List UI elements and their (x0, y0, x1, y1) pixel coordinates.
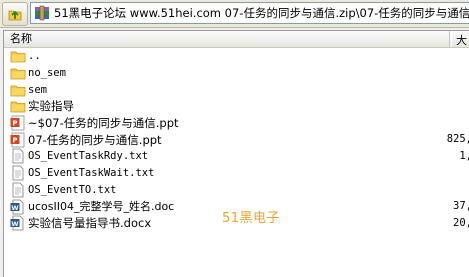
file-row-parent[interactable]: .. (4, 48, 469, 65)
file-name: OS_EventTO.txt (28, 183, 117, 196)
text-file-icon (12, 182, 24, 198)
file-row-txt-rdy[interactable]: OS_EventTaskRdy.txt 1, (4, 148, 469, 165)
file-size: 825, (446, 133, 469, 146)
file-row-ppt[interactable]: P 07-任务的同步与通信.ppt 825, (4, 131, 469, 148)
word-document-icon: W (10, 215, 24, 231)
file-row-txt-wait[interactable]: OS_EventTaskWait.txt (4, 165, 469, 182)
folder-icon (10, 68, 26, 80)
file-row-sem[interactable]: sem (4, 81, 469, 98)
folder-icon (10, 51, 26, 63)
text-file-icon (12, 149, 24, 164)
file-name: OS_EventTaskRdy.txt (28, 150, 149, 163)
file-row-temp-ppt[interactable]: P ~$07-任务的同步与通信.ppt (4, 115, 469, 132)
file-name: no_sem (28, 67, 66, 80)
file-size: 1, (459, 150, 469, 163)
text-file-icon (12, 165, 24, 181)
file-name: ucosII04_完整学号_姓名.doc (28, 199, 175, 213)
file-name: ~$07-任务的同步与通信.ppt (28, 116, 179, 131)
file-row-lab-guide[interactable]: 实验指导 (4, 98, 469, 115)
column-name-header[interactable]: 名称 (4, 31, 450, 47)
powerpoint-icon: P (10, 115, 25, 131)
address-toolbar: 51黑电子论坛 www.51hei.com 07-任务的同步与通信.zip\07… (0, 0, 469, 28)
svg-text:P: P (12, 120, 17, 128)
watermark-text: 51黑电子 (222, 211, 281, 226)
archive-icon (35, 5, 49, 21)
file-name: sem (28, 83, 47, 96)
file-size: 20, (453, 216, 469, 229)
column-size-label: 大 (456, 34, 467, 47)
address-path-text: 51黑电子论坛 www.51hei.com 07-任务的同步与通信.zip\07… (54, 6, 469, 20)
svg-text:P: P (12, 136, 17, 144)
file-rows: .. no_sem sem 实验指导 P ~$07-任务的同步与通信.ppt P… (4, 48, 469, 232)
address-path-field[interactable]: 51黑电子论坛 www.51hei.com 07-任务的同步与通信.zip\07… (30, 2, 469, 24)
svg-text:W: W (11, 220, 18, 228)
word-document-icon: W (10, 199, 24, 214)
file-list[interactable]: 名称 大 .. no_sem sem 实验指导 P ~$07-任务的同步与通信.… (3, 30, 469, 277)
column-header: 名称 大 (4, 31, 469, 48)
powerpoint-icon: P (10, 132, 25, 148)
file-name: 07-任务的同步与通信.ppt (28, 132, 162, 147)
file-row-no-sem[interactable]: no_sem (4, 65, 469, 82)
file-size: 37, (453, 200, 469, 213)
svg-text:W: W (11, 203, 18, 211)
file-name: OS_EventTaskWait.txt (28, 167, 155, 180)
folder-icon (10, 85, 26, 97)
folder-icon (10, 102, 26, 113)
file-name: 实验信号量指导书.docx (28, 216, 152, 231)
file-name: .. (28, 50, 41, 63)
up-folder-button[interactable] (2, 2, 28, 26)
file-name: 实验指导 (28, 99, 74, 114)
file-row-txt-to[interactable]: OS_EventTO.txt (4, 182, 469, 199)
column-size-header[interactable]: 大 (451, 31, 469, 47)
up-arrow-icon (8, 10, 22, 21)
